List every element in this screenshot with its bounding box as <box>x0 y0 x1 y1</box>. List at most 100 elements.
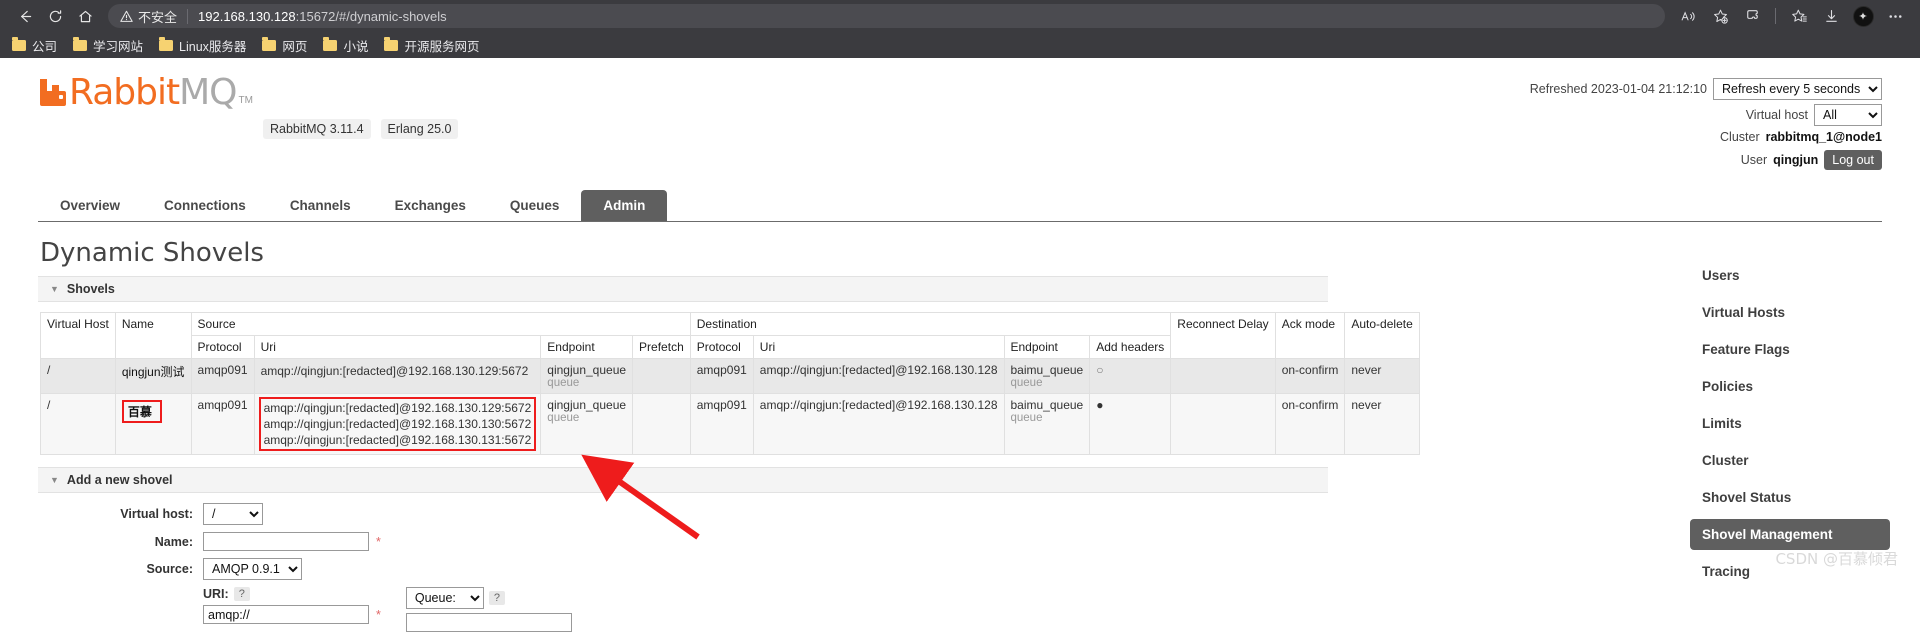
th-src-endpoint: Endpoint <box>540 335 634 359</box>
reload-icon[interactable] <box>40 1 70 31</box>
log-out-button[interactable]: Log out <box>1824 150 1882 170</box>
main-nav-tabs: Overview Connections Channels Exchanges … <box>38 190 1882 222</box>
downloads-icon[interactable] <box>1816 1 1846 31</box>
cell-dst-endpoint: baimu_queue queue <box>1003 358 1091 394</box>
cell-dst-uri: amqp://qingjun:[redacted]@192.168.130.12… <box>752 393 1005 455</box>
vhost-field-select[interactable]: / <box>203 503 263 525</box>
uri-field-label: URI: <box>203 587 229 601</box>
user-value: qingjun <box>1773 153 1819 167</box>
add-shovel-section-header[interactable]: ▼ Add a new shovel <box>38 467 1328 493</box>
cell-reconnect-delay <box>1170 358 1276 394</box>
warning-triangle-icon <box>120 10 133 22</box>
required-marker: * <box>376 534 381 549</box>
tab-connections[interactable]: Connections <box>142 190 268 221</box>
th-dst-endpoint: Endpoint <box>1003 335 1091 359</box>
table-row[interactable]: / 百慕 amqp091 amqp://qingjun:[redacted]@1… <box>40 393 1420 455</box>
browser-chrome: 不安全 192.168.130.128:15672/#/dynamic-shov… <box>0 0 1920 58</box>
folder-icon <box>323 36 338 51</box>
cell-prefetch <box>632 358 691 394</box>
uri-field-input[interactable] <box>203 605 369 624</box>
mq-header: RabbitMQ TM RabbitMQ 3.11.4 Erlang 25.0 … <box>38 58 1882 174</box>
settings-more-icon[interactable] <box>1880 1 1910 31</box>
sidebar-item-shovel-status[interactable]: Shovel Status <box>1690 482 1890 513</box>
endpoint-type: queue <box>547 377 580 389</box>
sidebar-item-policies[interactable]: Policies <box>1690 371 1890 402</box>
read-aloud-icon[interactable] <box>1673 1 1703 31</box>
bookmark-item[interactable]: 网页 <box>262 36 307 55</box>
th-prefetch: Prefetch <box>632 335 691 359</box>
th-name: Name <box>114 312 192 359</box>
table-head: Virtual Host Name Source Destination Rec… <box>40 312 1420 359</box>
tab-channels[interactable]: Channels <box>268 190 373 221</box>
shovels-table: Virtual Host Name Source Destination Rec… <box>40 312 1420 455</box>
security-warning[interactable]: 不安全 <box>120 7 177 26</box>
th-reconnect-delay: Reconnect Delay <box>1170 312 1276 359</box>
queue-input-row <box>405 613 572 632</box>
uri-list-highlighted: amqp://qingjun:[redacted]@192.168.130.12… <box>258 397 537 451</box>
uri-list: amqp://qingjun:[redacted]@192.168.130.12… <box>261 363 535 379</box>
add-favorite-icon[interactable] <box>1705 1 1735 31</box>
security-label: 不安全 <box>138 9 178 25</box>
cell-dst-endpoint: baimu_queue queue <box>1003 393 1091 455</box>
cell-src-endpoint: qingjun_queue queue <box>540 393 634 455</box>
refresh-row: Refreshed 2023-01-04 21:12:10 Refresh ev… <box>1530 78 1882 100</box>
favorites-icon[interactable] <box>1784 1 1814 31</box>
rabbitmq-logo[interactable]: RabbitMQ TM <box>38 75 253 111</box>
tab-exchanges[interactable]: Exchanges <box>373 190 488 221</box>
sidebar-item-feature-flags[interactable]: Feature Flags <box>1690 334 1890 365</box>
address-bar[interactable]: 不安全 192.168.130.128:15672/#/dynamic-shov… <box>108 4 1665 28</box>
sidebar-item-shovel-management[interactable]: Shovel Management <box>1690 519 1890 550</box>
vhost-select[interactable]: All <box>1814 104 1882 126</box>
sidebar-item-virtual-hosts[interactable]: Virtual Hosts <box>1690 297 1890 328</box>
add-shovel-section-label: Add a new shovel <box>66 473 173 487</box>
bookmark-item[interactable]: Linux服务器 <box>159 36 246 55</box>
back-arrow-icon[interactable] <box>10 1 40 31</box>
sidebar-item-cluster[interactable]: Cluster <box>1690 445 1890 476</box>
sidebar-item-limits[interactable]: Limits <box>1690 408 1890 439</box>
home-icon[interactable] <box>70 1 100 31</box>
sidebar-item-users[interactable]: Users <box>1690 260 1890 291</box>
cell-src-endpoint: qingjun_queue queue <box>540 358 634 394</box>
uri-help-icon[interactable]: ? <box>233 587 250 601</box>
bookmark-item[interactable]: 小说 <box>323 36 368 55</box>
queue-help-icon[interactable]: ? <box>488 591 505 605</box>
tab-overview[interactable]: Overview <box>38 190 142 221</box>
uri-label-row: URI: ? <box>203 587 381 601</box>
bookmark-item[interactable]: 开源服务网页 <box>384 36 479 55</box>
add-shovel-form: Virtual host: / Name: * Source: AMQP 0.9… <box>38 503 1328 632</box>
logo-rabbit: Rabbit <box>69 72 180 113</box>
omnibox-divider <box>187 8 189 24</box>
bookmark-item[interactable]: 学习网站 <box>73 36 143 55</box>
logo-text: RabbitMQ <box>69 75 238 111</box>
form-row-source: Source: AMQP 0.9.1 <box>38 558 1328 580</box>
uri-line: amqp://qingjun:[redacted]@192.168.130.12… <box>260 364 529 378</box>
folder-icon <box>159 36 174 51</box>
cell-reconnect-delay <box>1170 393 1276 455</box>
form-row-vhost: Virtual host: / <box>38 503 1328 525</box>
logo-mq: MQ <box>179 72 237 113</box>
bookmark-item[interactable]: 公司 <box>12 36 57 55</box>
endpoint-type: queue <box>547 412 580 424</box>
tab-admin[interactable]: Admin <box>581 190 668 221</box>
folder-icon <box>384 36 399 51</box>
cell-add-headers: ● <box>1089 393 1172 455</box>
erlang-badge: Erlang 25.0 <box>380 119 459 139</box>
cell-ack-mode: on-confirm <box>1274 393 1346 455</box>
queue-type-select[interactable]: Queue: <box>405 587 484 609</box>
refreshed-label: Refreshed 2023-01-04 21:12:10 <box>1529 82 1707 96</box>
name-field-input[interactable] <box>203 532 369 551</box>
table-row[interactable]: / qingjun测试 amqp091 amqp://qingjun:[reda… <box>40 358 1420 394</box>
browser-toolbar-right: ✦ <box>1673 1 1910 31</box>
queue-field-input[interactable] <box>405 613 572 632</box>
bookmark-label: 公司 <box>32 39 58 54</box>
profile-avatar[interactable]: ✦ <box>1848 1 1878 31</box>
refresh-interval-select[interactable]: Refresh every 5 seconds <box>1713 78 1882 100</box>
th-dst-protocol: Protocol <box>689 335 754 359</box>
source-field-select[interactable]: AMQP 0.9.1 <box>203 558 302 580</box>
source-field-label: Source: <box>146 562 193 576</box>
user-row: User qingjun Log out <box>1530 150 1882 170</box>
tab-queues[interactable]: Queues <box>488 190 582 221</box>
collections-icon[interactable] <box>1737 1 1767 31</box>
shovels-section-header[interactable]: ▼ Shovels <box>38 276 1328 302</box>
vhost-label: Virtual host <box>1745 108 1808 122</box>
